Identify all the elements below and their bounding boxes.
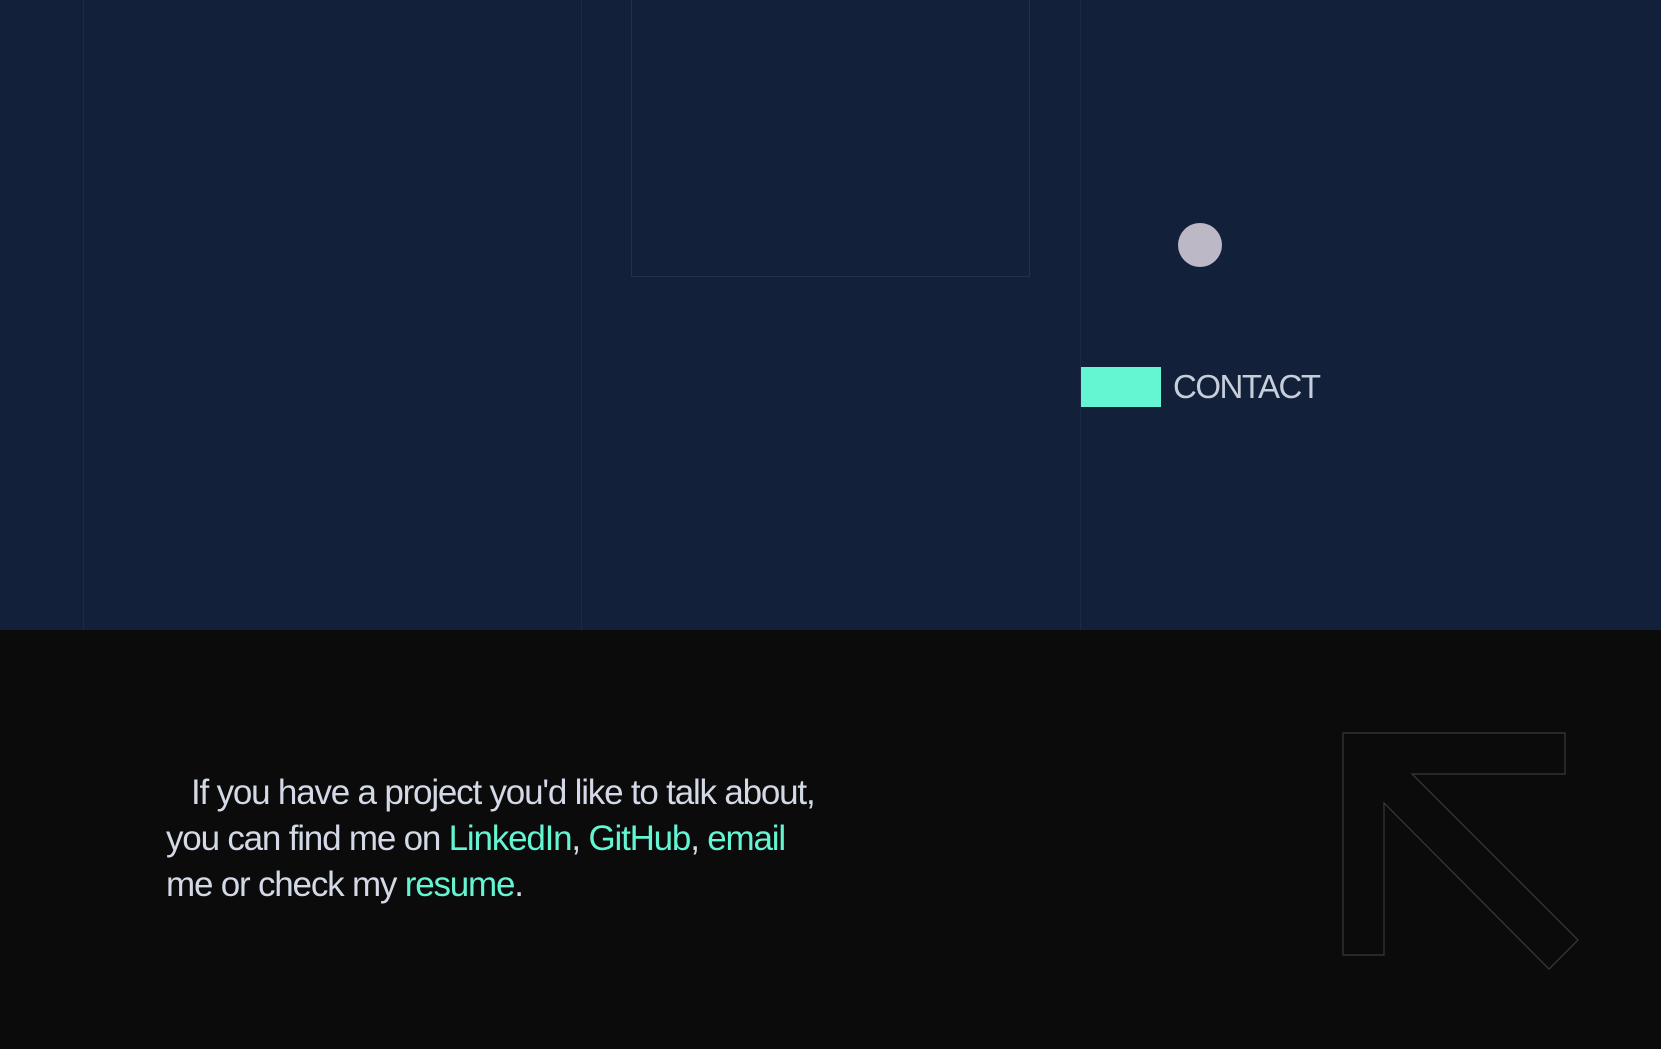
- github-link[interactable]: GitHub: [588, 819, 691, 858]
- contact-nav-link[interactable]: CONTACT: [1081, 367, 1321, 407]
- contact-message: If you have a project you'd like to talk…: [166, 770, 826, 908]
- contact-swatch: [1081, 367, 1161, 407]
- message-middle: me or check my: [166, 865, 405, 904]
- grid-line: [83, 0, 84, 630]
- separator: ,: [571, 819, 581, 858]
- arrow-up-left-outline-icon[interactable]: [1340, 730, 1585, 975]
- frame-box: [631, 0, 1030, 277]
- grid-line: [581, 0, 582, 630]
- contact-label: CONTACT: [1173, 368, 1321, 405]
- cursor-dot: [1178, 223, 1222, 267]
- message-end: .: [514, 865, 524, 904]
- separator: ,: [690, 819, 708, 858]
- footer-section: If you have a project you'd like to talk…: [0, 630, 1661, 1049]
- linkedin-link[interactable]: LinkedIn: [449, 819, 573, 858]
- top-section: CONTACT: [0, 0, 1661, 630]
- email-link[interactable]: email: [707, 819, 786, 858]
- page: CONTACT If you have a project you'd like…: [0, 0, 1661, 1049]
- grid-line: [1080, 0, 1081, 630]
- resume-link[interactable]: resume: [405, 865, 516, 904]
